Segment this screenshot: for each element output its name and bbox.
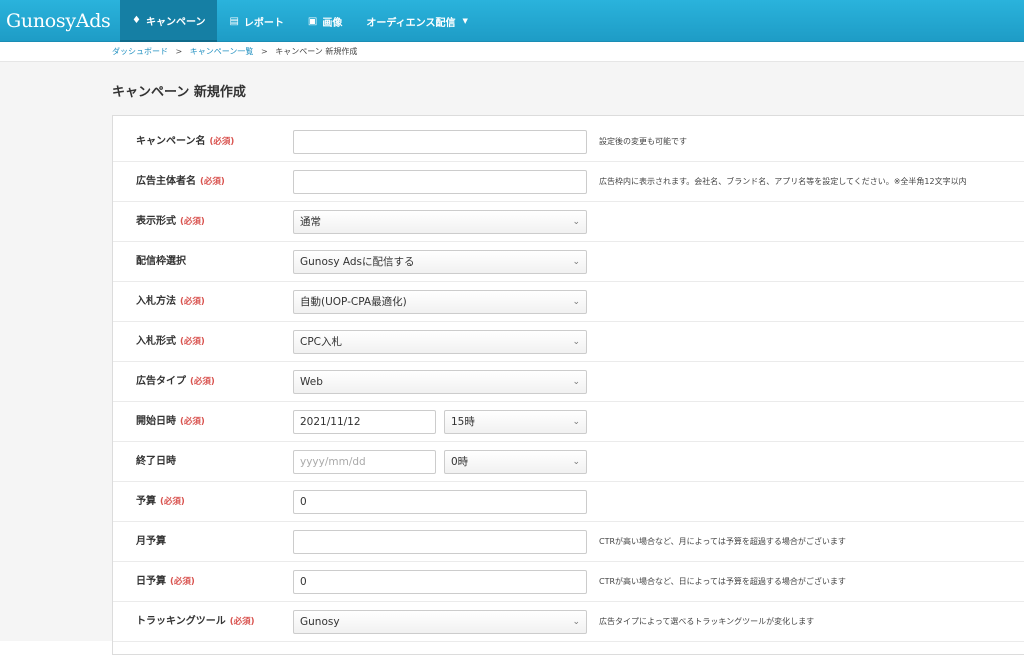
chevron-down-icon: ⌄ — [572, 217, 580, 227]
nav-campaign[interactable]: ♦ キャンペーン — [120, 0, 218, 42]
bid-type-select[interactable]: CPC入札 ⌄ — [293, 330, 587, 354]
advertiser-name-label: 広告主体者名 (必須) — [136, 176, 225, 187]
chevron-down-icon: ⌄ — [572, 617, 580, 627]
end-date-input[interactable]: yyyy/mm/dd — [293, 450, 436, 474]
daily-budget-label: 日予算 (必須) — [136, 576, 195, 587]
form-row-display-format: 表示形式 (必須) 通常 ⌄ — [113, 202, 1024, 242]
ad-type-label: 広告タイプ (必須) — [136, 376, 215, 387]
required-mark: (必須) — [180, 417, 205, 427]
ad-type-select[interactable]: Web ⌄ — [293, 370, 587, 394]
required-mark: (必須) — [180, 217, 205, 227]
start-date-input[interactable]: 2021/11/12 — [293, 410, 436, 434]
breadcrumb-separator: > — [175, 47, 183, 56]
main-nav: ♦ キャンペーン ▤ レポート ▣ 画像 オーディエンス配信 ▼ — [120, 0, 480, 42]
end-hour-select[interactable]: 0時 ⌄ — [444, 450, 587, 474]
bid-type-label: 入札形式 (必須) — [136, 336, 205, 347]
required-mark: (必須) — [180, 297, 205, 307]
budget-label: 予算 (必須) — [136, 496, 185, 507]
bid-method-label: 入札方法 (必須) — [136, 296, 205, 307]
nav-image[interactable]: ▣ 画像 — [296, 0, 354, 42]
form-row-daily-budget: 日予算 (必須) 0 CTRが高い場合など、日によっては予算を超過する場合がござい… — [113, 562, 1024, 602]
form-row-bid-method: 入札方法 (必須) 自動(UOP-CPA最適化) ⌄ — [113, 282, 1024, 322]
required-mark: (必須) — [170, 577, 195, 587]
form-row-placement: 配信枠選択 Gunosy Adsに配信する ⌄ — [113, 242, 1024, 282]
chevron-down-icon: ⌄ — [572, 257, 580, 267]
tag-icon: ♦ — [132, 14, 141, 26]
form-row-advertiser-name: 広告主体者名 (必須) 広告枠内に表示されます。会社名、ブランド名、アプリ名等を設… — [113, 162, 1024, 202]
campaign-name-label: キャンペーン名 (必須) — [136, 136, 235, 147]
form-row-start-datetime: 開始日時 (必須) 2021/11/12 15時 ⌄ — [113, 402, 1024, 442]
form-row-monthly-budget: 月予算 CTRが高い場合など、月によっては予算を超過する場合がございます — [113, 522, 1024, 562]
start-hour-select[interactable]: 15時 ⌄ — [444, 410, 587, 434]
form-row-campaign-name: キャンペーン名 (必須) 設定後の変更も可能です — [113, 122, 1024, 162]
tracking-tool-label: トラッキングツール (必須) — [136, 616, 255, 627]
tracking-tool-select[interactable]: Gunosy ⌄ — [293, 610, 587, 634]
form-row-tracking-tool: トラッキングツール (必須) Gunosy ⌄ 広告タイプによって選べるトラッキング… — [113, 602, 1024, 642]
required-mark: (必須) — [180, 337, 205, 347]
breadcrumb-campaign-list[interactable]: キャンペーン一覧 — [190, 47, 254, 56]
display-format-select[interactable]: 通常 ⌄ — [293, 210, 587, 234]
campaign-form: キャンペーン名 (必須) 設定後の変更も可能です 広告主体者名 (必須) 広告枠内に… — [112, 115, 1024, 655]
end-datetime-label: 終了日時 — [136, 456, 176, 467]
required-mark: (必須) — [190, 377, 215, 387]
form-row-ad-type: 広告タイプ (必須) Web ⌄ — [113, 362, 1024, 402]
required-mark: (必須) — [160, 497, 185, 507]
form-row-bid-type: 入札形式 (必須) CPC入札 ⌄ — [113, 322, 1024, 362]
advertiser-name-input[interactable] — [293, 170, 587, 194]
nav-label: キャンペーン — [145, 16, 206, 28]
form-row-end-datetime: 終了日時 yyyy/mm/dd 0時 ⌄ — [113, 442, 1024, 482]
nav-audience[interactable]: オーディエンス配信 ▼ — [354, 0, 480, 42]
required-mark: (必須) — [200, 177, 225, 187]
chevron-down-icon: ⌄ — [572, 297, 580, 307]
breadcrumb-separator: > — [260, 47, 268, 56]
chart-icon: ▤ — [229, 15, 239, 27]
chevron-down-icon: ⌄ — [572, 377, 580, 387]
caret-down-icon: ▼ — [462, 17, 468, 25]
form-row-budget: 予算 (必須) 0 — [113, 482, 1024, 522]
required-mark: (必須) — [209, 137, 235, 147]
budget-input[interactable]: 0 — [293, 490, 587, 514]
start-datetime-label: 開始日時 (必須) — [136, 416, 205, 427]
chevron-down-icon: ⌄ — [572, 417, 580, 427]
breadcrumb: ダッシュボード > キャンペーン一覧 > キャンペーン 新規作成 — [0, 42, 1024, 62]
display-format-label: 表示形式 (必須) — [136, 216, 205, 227]
tracking-tool-help: 広告タイプによって選べるトラッキングツールが変化します — [599, 617, 815, 626]
image-icon: ▣ — [307, 15, 318, 27]
nav-report[interactable]: ▤ レポート — [217, 0, 295, 42]
advertiser-name-help: 広告枠内に表示されます。会社名、ブランド名、アプリ名等を設定してください。※全半… — [599, 177, 967, 186]
nav-label: オーディエンス配信 — [366, 17, 456, 29]
placement-select[interactable]: Gunosy Adsに配信する ⌄ — [293, 250, 587, 274]
nav-label: レポート — [243, 17, 284, 29]
required-mark: (必須) — [229, 617, 255, 627]
monthly-budget-label: 月予算 — [136, 536, 166, 547]
campaign-name-help: 設定後の変更も可能です — [599, 137, 687, 146]
breadcrumb-current: キャンペーン 新規作成 — [275, 47, 358, 56]
nav-label: 画像 — [322, 17, 343, 29]
monthly-budget-input[interactable] — [293, 530, 587, 554]
daily-budget-help: CTRが高い場合など、日によっては予算を超過する場合がございます — [599, 577, 846, 586]
top-navbar: GunosyAds ♦ キャンペーン ▤ レポート ▣ 画像 オーディエンス配信… — [0, 0, 1024, 42]
monthly-budget-help: CTRが高い場合など、月によっては予算を超過する場合がございます — [599, 537, 846, 546]
placement-label: 配信枠選択 — [136, 256, 186, 267]
chevron-down-icon: ⌄ — [572, 457, 580, 467]
brand-logo[interactable]: GunosyAds — [6, 6, 111, 36]
breadcrumb-dashboard[interactable]: ダッシュボード — [112, 47, 168, 56]
bid-method-select[interactable]: 自動(UOP-CPA最適化) ⌄ — [293, 290, 587, 314]
campaign-name-input[interactable] — [293, 130, 587, 154]
page-title: キャンペーン 新規作成 — [112, 85, 246, 100]
chevron-down-icon: ⌄ — [572, 337, 580, 347]
daily-budget-input[interactable]: 0 — [293, 570, 587, 594]
